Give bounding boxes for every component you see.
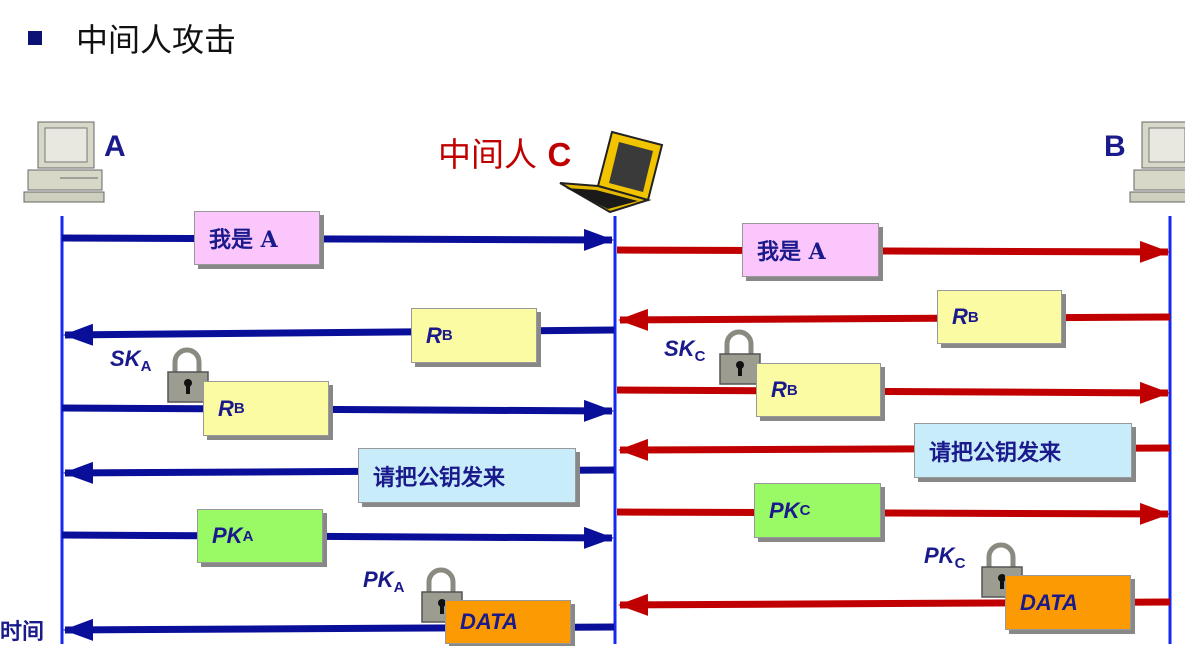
party-c-prefix: 中间人 <box>438 135 537 174</box>
arrow-a-to-c-pka <box>61 526 614 549</box>
message-subscript: B <box>786 381 798 399</box>
key-skc-label: SKC <box>664 336 705 365</box>
message-iam-a-right: 我是 A <box>742 223 879 277</box>
arrow-c-to-b-iam <box>616 240 1170 263</box>
key-text: SK <box>110 346 141 371</box>
message-pkc-right: PK C <box>754 483 881 538</box>
message-subscript: B <box>233 400 245 417</box>
key-text: SK <box>664 336 695 361</box>
message-text: R <box>771 377 787 402</box>
message-data-left: DATA <box>445 600 571 644</box>
message-pka-left: PK A <box>197 509 323 563</box>
message-text: R <box>218 395 234 421</box>
party-b-label: B <box>1104 130 1126 163</box>
message-rb-signed-left: RB <box>203 381 329 436</box>
key-subscript: C <box>694 348 706 365</box>
message-subscript: B <box>967 308 979 326</box>
message-rb-right: RB <box>937 290 1062 344</box>
key-pkc-label: PKC <box>924 543 965 572</box>
message-iam-a-left: 我是 A <box>194 211 320 265</box>
key-text: PK <box>924 543 955 568</box>
message-rb-signed-right: RB <box>756 363 881 417</box>
arrow-a-to-c-iam <box>61 228 614 251</box>
message-text: PK <box>212 523 243 548</box>
key-text: PK <box>363 567 394 592</box>
message-text: R <box>952 304 968 329</box>
message-request-key-left: 请把公钥发来 <box>358 448 576 503</box>
padlock-icon <box>719 329 761 385</box>
key-pka-label: PKA <box>363 567 404 596</box>
message-text: PK <box>769 497 800 523</box>
laptop-c-icon <box>559 130 664 214</box>
party-c-label: 中间人 C <box>438 128 571 176</box>
key-ska-label: SKA <box>110 346 151 375</box>
time-axis-label: 时间 <box>0 619 45 645</box>
padlock-icon <box>167 347 209 403</box>
message-text: R <box>426 322 442 348</box>
key-subscript: A <box>393 579 405 596</box>
key-subscript: A <box>140 358 152 375</box>
arrow-a-to-c-rb-signed <box>61 399 614 422</box>
message-subscript: B <box>441 327 453 344</box>
key-subscript: C <box>954 555 966 572</box>
message-data-right: DATA <box>1005 575 1131 630</box>
message-request-key-right: 请把公钥发来 <box>914 423 1132 478</box>
message-rb-left: RB <box>411 308 537 363</box>
arrow-c-to-b-rb-signed <box>616 381 1170 404</box>
message-subscript: C <box>799 502 811 519</box>
computer-b-icon <box>1129 121 1185 203</box>
arrow-c-to-b-pkc <box>616 502 1170 525</box>
party-a-label: A <box>104 130 126 163</box>
message-subscript: A <box>242 527 254 545</box>
party-c-letter: C <box>547 136 572 173</box>
arrow-b-to-c-rb <box>618 308 1171 331</box>
computer-a-icon <box>23 121 105 203</box>
